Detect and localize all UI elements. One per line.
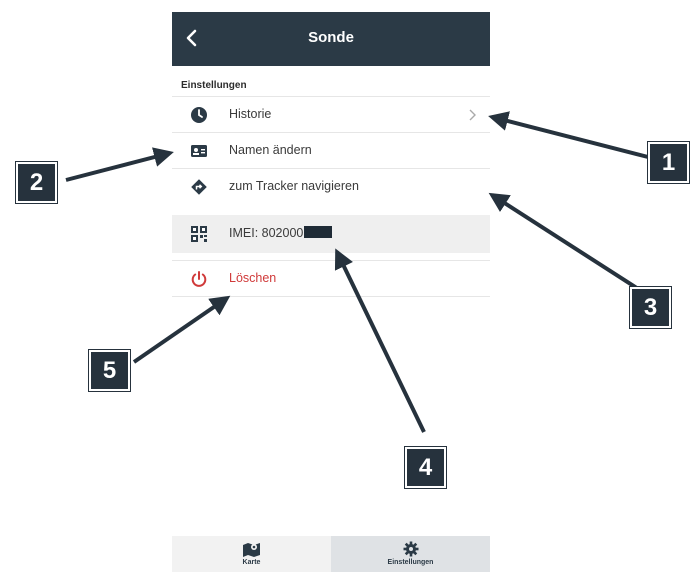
power-icon [191, 271, 207, 287]
imei-redaction [304, 226, 333, 238]
clock-icon [191, 107, 207, 123]
callout-5: 5 [89, 350, 130, 391]
arrow-1 [488, 111, 653, 160]
callout-2: 2 [16, 162, 57, 203]
callout-3: 3 [630, 287, 671, 328]
imei-text: IMEI: 802000 [229, 226, 304, 240]
tab-settings-label: Einstellungen [387, 559, 434, 566]
gear-icon [403, 541, 418, 557]
delete-item[interactable]: Löschen [172, 260, 490, 297]
tab-bar: Karte Einstellungen [172, 536, 490, 572]
history-item[interactable]: Historie [172, 96, 490, 133]
app-screen: Sonde Einstellungen Historie Namen änder… [172, 12, 490, 572]
app-header: Sonde [172, 12, 490, 66]
callout-4: 4 [405, 447, 446, 488]
imei-item: IMEI: 802000 [172, 215, 490, 253]
divider [172, 296, 490, 297]
delete-label: Löschen [229, 271, 277, 285]
tab-settings[interactable]: Einstellungen [331, 536, 490, 572]
tab-map[interactable]: Karte [172, 536, 331, 572]
navigate-label: zum Tracker navigieren [229, 179, 359, 193]
arrow-2 [65, 147, 174, 182]
imei-value: IMEI: 802000 [229, 226, 333, 240]
callout-1: 1 [648, 142, 689, 183]
chevron-right-icon [469, 109, 476, 121]
arrow-3 [488, 192, 645, 294]
qr-code-icon [191, 226, 207, 242]
section-label: Einstellungen [181, 80, 247, 91]
navigate-item[interactable]: zum Tracker navigieren [172, 168, 490, 205]
history-label: Historie [229, 107, 272, 121]
direction-icon [191, 179, 207, 195]
map-icon [242, 543, 260, 557]
id-card-icon [191, 145, 207, 157]
rename-label: Namen ändern [229, 143, 312, 157]
rename-item[interactable]: Namen ändern [172, 132, 490, 169]
tab-map-label: Karte [242, 559, 261, 566]
page-title: Sonde [308, 29, 354, 46]
